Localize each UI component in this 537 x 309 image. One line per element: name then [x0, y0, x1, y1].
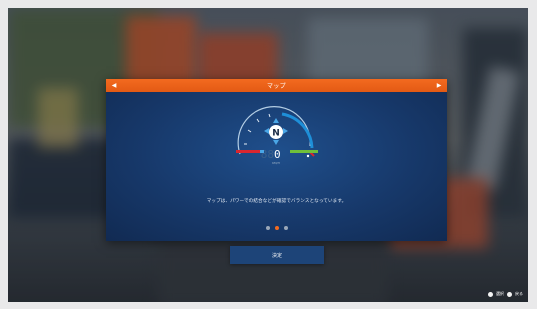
- next-page-arrow[interactable]: ▶: [433, 79, 445, 92]
- hint-select-label: 選択: [496, 291, 504, 296]
- gear-indicator: N: [272, 129, 280, 139]
- dialog-title: マップ: [267, 83, 286, 90]
- page-dot-1[interactable]: [265, 226, 270, 230]
- tutorial-dialog: ◀ マップ ▶ N 88 0 KM/H マップは、パワーでの結合などが確認でバラ…: [106, 79, 447, 241]
- hint-back-label: 戻る: [515, 291, 523, 296]
- tutorial-description: マップは、パワーでの結合などが確認でバランスとなっています。: [206, 199, 347, 204]
- controller-hints: 選択 戻る: [488, 291, 523, 297]
- confirm-button[interactable]: 決定: [230, 246, 324, 264]
- speed-last-digit: 0: [274, 148, 281, 161]
- prev-page-arrow[interactable]: ◀: [108, 79, 120, 92]
- a-button-icon: [488, 291, 493, 297]
- tachometer-gauge: N 88 0 KM/H: [236, 106, 318, 165]
- speed-unit: KM/H: [272, 161, 280, 165]
- page-indicator: [106, 226, 447, 230]
- dialog-title-bar: ◀ マップ ▶: [106, 79, 447, 92]
- speed-digits: 88: [261, 148, 274, 161]
- page-dot-2[interactable]: [274, 226, 279, 230]
- page-dot-3[interactable]: [283, 226, 288, 230]
- gauge-small-marker: [306, 154, 310, 158]
- b-button-icon: [507, 291, 512, 297]
